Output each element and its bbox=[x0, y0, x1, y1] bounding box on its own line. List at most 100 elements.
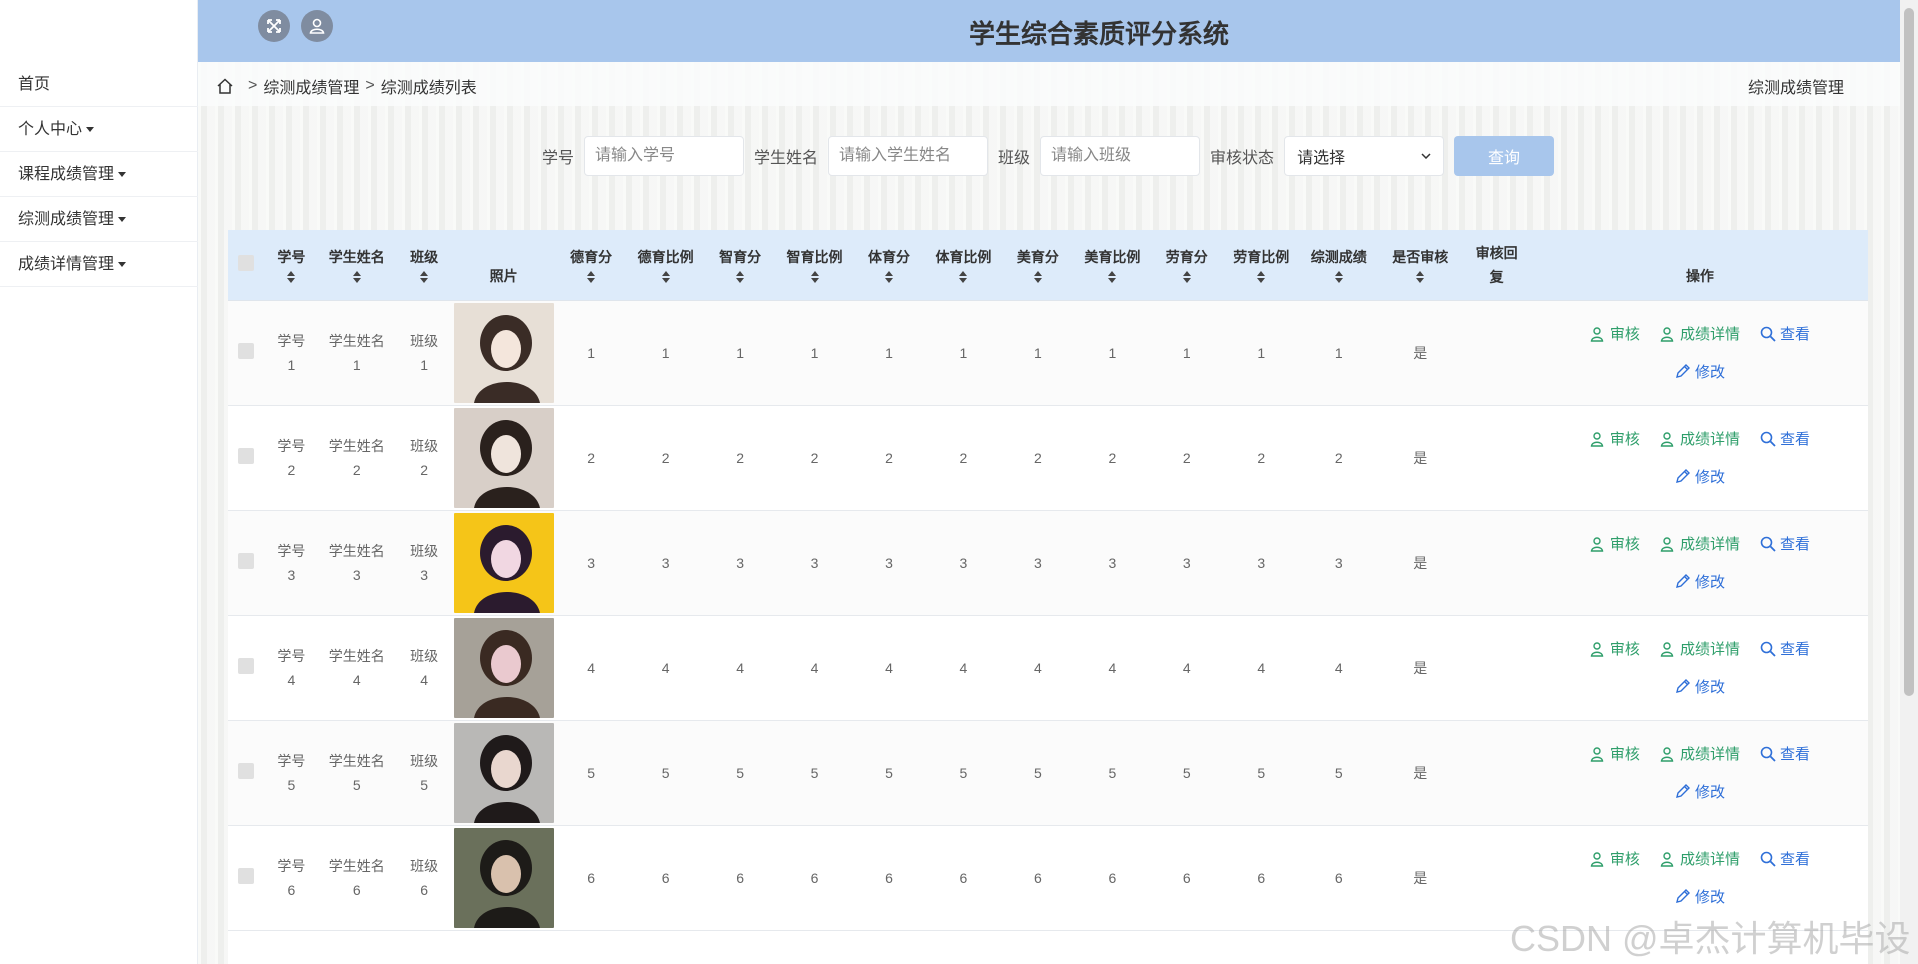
sort-icon[interactable] bbox=[1107, 270, 1117, 283]
query-button[interactable]: 查询 bbox=[1454, 136, 1555, 176]
review-button[interactable]: 审核 bbox=[1590, 638, 1640, 659]
sort-icon[interactable] bbox=[735, 270, 745, 283]
sort-icon[interactable] bbox=[1415, 270, 1425, 283]
view-button[interactable]: 查看 bbox=[1760, 848, 1810, 869]
review-button[interactable]: 审核 bbox=[1590, 428, 1640, 449]
sidebar-item-personal-center[interactable]: 个人中心 bbox=[0, 107, 198, 152]
cell-zhi-ratio: 2 bbox=[777, 405, 852, 511]
student-photo[interactable] bbox=[453, 302, 554, 403]
sidebar-item-home[interactable]: 首页 bbox=[0, 62, 198, 107]
edit-button[interactable]: 修改 bbox=[1675, 466, 1725, 487]
student-photo[interactable] bbox=[453, 512, 554, 613]
col-header-lao-ratio[interactable]: 劳育比例 bbox=[1224, 230, 1299, 301]
sidebar-item-grade-details[interactable]: 成绩详情管理 bbox=[0, 242, 198, 287]
cell-photo bbox=[453, 720, 554, 826]
sort-icon[interactable] bbox=[958, 270, 968, 283]
edit-button[interactable]: 修改 bbox=[1675, 361, 1725, 382]
sort-icon[interactable] bbox=[286, 270, 296, 283]
sort-icon[interactable] bbox=[1256, 270, 1266, 283]
row-checkbox[interactable] bbox=[238, 658, 255, 674]
row-checkbox[interactable] bbox=[238, 553, 255, 569]
sidebar-item-composite-grades[interactable]: 综测成绩管理 bbox=[0, 197, 198, 242]
sort-icon[interactable] bbox=[419, 270, 429, 283]
cell-student-no: 学号 2 bbox=[264, 405, 319, 511]
student-photo[interactable] bbox=[453, 617, 554, 718]
grade-detail-button[interactable]: 成绩详情 bbox=[1660, 428, 1740, 449]
search-icon bbox=[1760, 536, 1776, 552]
col-header-de[interactable]: 德育分 bbox=[553, 230, 629, 301]
review-button[interactable]: 审核 bbox=[1590, 533, 1640, 554]
cell-class: 班级 5 bbox=[395, 720, 454, 826]
col-header-ti[interactable]: 体育分 bbox=[851, 230, 927, 301]
caret-down-icon bbox=[118, 217, 127, 223]
col-header-name[interactable]: 学生姓名 bbox=[318, 230, 395, 301]
cell-zhi: 3 bbox=[702, 510, 778, 616]
edit-button[interactable]: 修改 bbox=[1675, 676, 1725, 697]
col-header-lao[interactable]: 劳育分 bbox=[1149, 230, 1225, 301]
col-header-zhi-ratio[interactable]: 智育比例 bbox=[777, 230, 852, 301]
student-no-input[interactable] bbox=[584, 136, 745, 176]
review-button[interactable]: 审核 bbox=[1590, 743, 1640, 764]
sort-icon[interactable] bbox=[1334, 270, 1344, 283]
col-header-total[interactable]: 综测成绩 bbox=[1298, 230, 1379, 301]
row-checkbox[interactable] bbox=[238, 343, 255, 359]
student-photo[interactable] bbox=[453, 722, 554, 823]
breadcrumb-item[interactable]: 综测成绩管理 bbox=[263, 74, 359, 98]
cell-mei-ratio: 3 bbox=[1075, 510, 1150, 616]
row-checkbox[interactable] bbox=[238, 448, 255, 464]
row-checkbox[interactable] bbox=[238, 868, 255, 884]
view-button[interactable]: 查看 bbox=[1760, 533, 1810, 554]
student-photo[interactable] bbox=[453, 407, 554, 508]
edit-button[interactable]: 修改 bbox=[1675, 571, 1725, 592]
view-button[interactable]: 查看 bbox=[1760, 638, 1810, 659]
student-name-input[interactable] bbox=[828, 136, 989, 176]
cell-ops: 审核 成绩详情 查看修改 bbox=[1531, 510, 1868, 616]
sort-icon[interactable] bbox=[586, 270, 596, 283]
sort-icon[interactable] bbox=[352, 270, 362, 283]
col-header-class[interactable]: 班级 bbox=[395, 230, 454, 301]
grade-detail-button[interactable]: 成绩详情 bbox=[1660, 638, 1740, 659]
cell-ops: 审核 成绩详情 查看修改 bbox=[1531, 615, 1868, 721]
view-button[interactable]: 查看 bbox=[1760, 428, 1810, 449]
table-row: 学号 5 学生姓名 5 班级 5 5 5 5 5 5 5 5 5 5 5 5 是审核 成绩详情 查看 修改 bbox=[228, 720, 1868, 826]
col-header-ti-ratio[interactable]: 体育比例 bbox=[926, 230, 1001, 301]
review-status-select[interactable]: 请选择 bbox=[1284, 136, 1445, 176]
grade-detail-button[interactable]: 成绩详情 bbox=[1660, 743, 1740, 764]
col-header-student-no[interactable]: 学号 bbox=[264, 230, 319, 301]
page-scrollbar[interactable] bbox=[1900, 0, 1918, 964]
cell-zhi: 1 bbox=[702, 300, 778, 406]
home-icon[interactable] bbox=[216, 77, 234, 95]
review-button[interactable]: 审核 bbox=[1590, 848, 1640, 869]
col-header-zhi[interactable]: 智育分 bbox=[702, 230, 778, 301]
student-photo[interactable] bbox=[453, 827, 554, 928]
cell-ti: 3 bbox=[851, 510, 927, 616]
sort-icon[interactable] bbox=[810, 270, 820, 283]
sort-icon[interactable] bbox=[884, 270, 894, 283]
cell-reviewed: 是 bbox=[1378, 825, 1462, 931]
sort-icon[interactable] bbox=[1033, 270, 1043, 283]
grade-detail-button[interactable]: 成绩详情 bbox=[1660, 533, 1740, 554]
col-header-reviewed[interactable]: 是否审核 bbox=[1378, 230, 1462, 301]
view-button[interactable]: 查看 bbox=[1760, 323, 1810, 344]
cell-zhi-ratio: 6 bbox=[777, 825, 852, 931]
sort-icon[interactable] bbox=[661, 270, 671, 283]
sidebar-item-course-grades[interactable]: 课程成绩管理 bbox=[0, 152, 198, 197]
edit-button[interactable]: 修改 bbox=[1675, 886, 1725, 907]
row-checkbox[interactable] bbox=[238, 763, 255, 779]
cell-lao: 4 bbox=[1149, 615, 1225, 721]
select-all-checkbox[interactable] bbox=[238, 255, 255, 272]
class-input[interactable] bbox=[1040, 136, 1201, 176]
sort-icon[interactable] bbox=[1182, 270, 1192, 283]
grade-detail-button[interactable]: 成绩详情 bbox=[1660, 323, 1740, 344]
cell-lao-ratio: 4 bbox=[1224, 615, 1299, 721]
edit-button[interactable]: 修改 bbox=[1675, 781, 1725, 802]
scroll-thumb[interactable] bbox=[1904, 8, 1914, 696]
grade-detail-button[interactable]: 成绩详情 bbox=[1660, 848, 1740, 869]
col-header-de-ratio[interactable]: 德育比例 bbox=[628, 230, 703, 301]
col-header-mei-ratio[interactable]: 美育比例 bbox=[1075, 230, 1150, 301]
sidebar-item-label: 综测成绩管理 bbox=[18, 211, 115, 228]
review-button[interactable]: 审核 bbox=[1590, 323, 1640, 344]
breadcrumb-separator: > bbox=[365, 77, 375, 94]
col-header-mei[interactable]: 美育分 bbox=[1000, 230, 1076, 301]
view-button[interactable]: 查看 bbox=[1760, 743, 1810, 764]
